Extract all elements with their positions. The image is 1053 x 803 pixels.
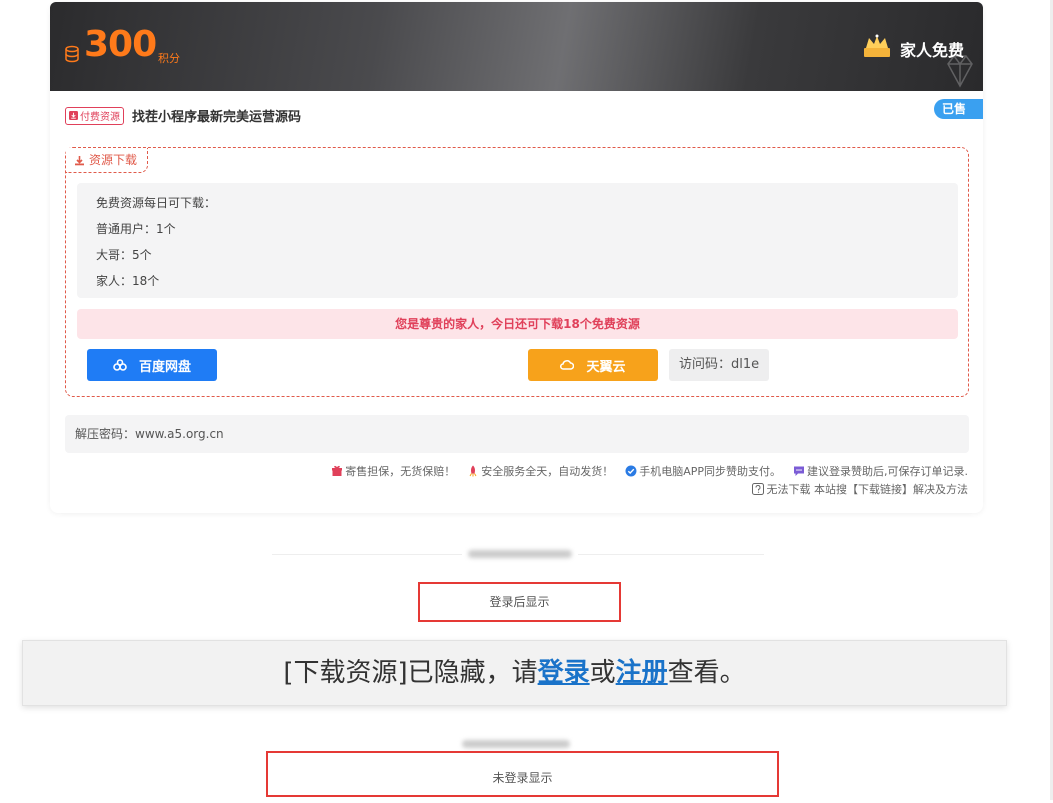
login-only-section: 登录后显示: [418, 582, 621, 622]
service-guarantees: 寄售担保，无货保赔！ 安全服务全天，自动发货！ 手机电脑APP同步赞助支付。 建…: [331, 463, 968, 479]
download-icon: [75, 155, 84, 165]
guarantee-item: 建议登录赞助后,可保存订单记录.: [793, 463, 968, 479]
guarantee-item: 寄售担保，无货保赔！: [331, 463, 455, 479]
login-link[interactable]: 登录: [538, 658, 590, 688]
price-unit: 积分: [158, 52, 180, 65]
guarantee-item: 手机电脑APP同步赞助支付。: [625, 463, 781, 479]
resource-card: 300 积分 家人免费 已售 2 付费资源 找茬小程序最新完美运营源码 资源下载…: [50, 2, 983, 513]
download-quota-info: 免费资源每日可下载： 普通用户：1个 大哥：5个 家人：18个: [77, 183, 958, 298]
rocket-icon: [469, 465, 477, 477]
guarantee-text: 寄售担保，无货保赔！: [345, 465, 456, 478]
download-panel-title: 资源下载: [89, 153, 138, 167]
download-icon: [69, 111, 78, 120]
hidden-notice-suffix: 查看。: [667, 658, 746, 688]
guarantee-text: 手机电脑APP同步赞助支付。: [639, 465, 781, 478]
download-panel: 资源下载 免费资源每日可下载： 普通用户：1个 大哥：5个 家人：18个 您是尊…: [65, 147, 969, 397]
resource-title-row: 付费资源 找茬小程序最新完美运营源码: [65, 106, 301, 125]
unzip-password-bar: 解压密码：www.a5.org.cn: [65, 415, 969, 453]
quota-line: 普通用户：1个: [96, 222, 176, 236]
baidu-netdisk-label: 百度网盘: [138, 359, 191, 375]
hidden-resource-notice: [下载资源]已隐藏，请登录或注册查看。: [22, 640, 1007, 706]
baidu-cloud-icon: [113, 359, 127, 371]
download-panel-tab: 资源下载: [66, 148, 149, 173]
resource-title: 找茬小程序最新完美运营源码: [132, 110, 302, 125]
remaining-downloads-notice: 您是尊贵的家人，今日还可下载18个免费资源: [77, 309, 958, 339]
divider-line: [578, 554, 764, 555]
quota-line: 大哥：5个: [96, 248, 152, 262]
baidu-netdisk-button[interactable]: 百度网盘: [87, 349, 217, 381]
paid-resource-tag: 付费资源: [65, 106, 124, 125]
crown-icon: [864, 34, 890, 57]
sold-count-badge: 已售 2: [934, 99, 983, 136]
blurred-watermark: [468, 550, 572, 558]
help-icon: [751, 483, 764, 495]
chat-icon: [794, 466, 804, 476]
guarantee-text: 建议登录赞助后,可保存订单记录.: [807, 465, 968, 478]
tianyi-cloud-label: 天翼云: [586, 359, 626, 375]
blurred-watermark: [462, 740, 570, 748]
coin-icon: [65, 45, 79, 63]
download-help-text: 无法下载 本站搜【下载链接】解决及方法: [766, 483, 969, 496]
tianyi-cloud-icon: [560, 360, 575, 370]
price-banner: 300 积分 家人免费: [50, 2, 983, 91]
verified-icon: [625, 465, 637, 477]
gift-icon: [332, 465, 343, 476]
guarantee-text: 安全服务全天，自动发货！: [481, 465, 614, 478]
unzip-password: 解压密码：www.a5.org.cn: [75, 427, 224, 441]
quota-line: 家人：18个: [96, 274, 160, 288]
price-value: 300: [84, 24, 157, 65]
register-link[interactable]: 注册: [616, 658, 668, 688]
download-help-link[interactable]: 无法下载 本站搜【下载链接】解决及方法: [751, 481, 969, 497]
divider-line: [272, 554, 462, 555]
paid-resource-tag-label: 付费资源: [80, 112, 120, 123]
tianyi-cloud-button[interactable]: 天翼云: [528, 349, 658, 381]
diamond-icon: [947, 55, 973, 88]
access-code: 访问码：dl1e: [669, 349, 770, 381]
guest-only-section: 未登录显示: [266, 751, 779, 797]
guarantee-item: 安全服务全天，自动发货！: [467, 463, 613, 479]
hidden-notice-prefix: [下载资源]已隐藏，请: [283, 658, 538, 688]
hidden-notice-or: 或: [589, 658, 616, 688]
quota-line: 免费资源每日可下载：: [96, 196, 217, 210]
